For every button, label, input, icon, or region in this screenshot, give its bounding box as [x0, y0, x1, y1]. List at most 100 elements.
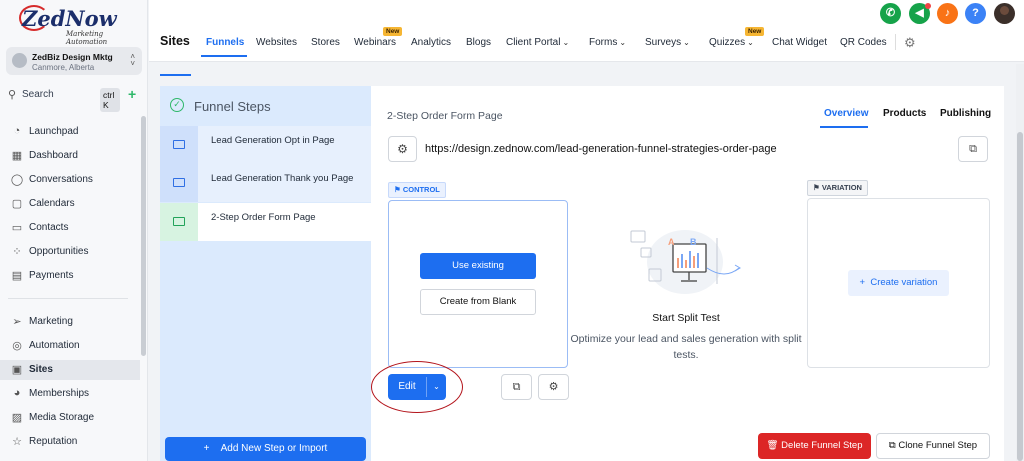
sidebar: ZedNow Marketing Automation ZedBiz Desig… — [0, 0, 148, 461]
tab-overview[interactable]: Overview — [824, 108, 868, 119]
step-settings-button[interactable]: ⚙ — [538, 374, 569, 400]
main-scrollbar[interactable] — [1016, 64, 1024, 461]
chevron-down-icon[interactable]: ⌄ — [427, 374, 446, 400]
tab-products[interactable]: Products — [883, 108, 926, 119]
sidebar-item-calendars[interactable]: ▢ Calendars — [0, 194, 140, 214]
tab-client-portal[interactable]: Client Portal ⌄ — [506, 37, 569, 48]
envelope-icon — [173, 217, 185, 226]
split-test-description: Optimize your lead and sales generation … — [570, 333, 802, 361]
tab-funnels[interactable]: Funnels — [206, 37, 244, 48]
tab-publishing[interactable]: Publishing — [940, 108, 991, 119]
sidebar-item-automation[interactable]: ◎ Automation — [0, 336, 140, 356]
chevron-down-icon: ⌄ — [562, 38, 570, 47]
split-test-title: Start Split Test — [652, 312, 720, 324]
tab-quizzes[interactable]: Quizzes ⌄ — [709, 37, 754, 48]
search-icon: ⚲ — [8, 89, 17, 101]
subsection-indicator — [160, 74, 191, 76]
rocket-icon: ◔ — [13, 125, 21, 137]
sidebar-item-label: Contacts — [29, 222, 69, 233]
phone-icon[interactable]: ✆ — [880, 3, 901, 24]
control-badge: ⚑ CONTROL — [388, 182, 446, 198]
tab-separator — [895, 34, 896, 50]
send-icon: ➢ — [12, 316, 22, 328]
url-settings-button[interactable]: ⚙ — [388, 136, 417, 162]
sidebar-item-reputation[interactable]: ☆ Reputation — [0, 432, 140, 452]
tab-qr-codes[interactable]: QR Codes — [840, 37, 887, 48]
sidebar-divider — [8, 298, 128, 299]
trash-icon: 🗑 — [766, 440, 782, 451]
new-badge: New — [745, 27, 765, 36]
sidebar-item-media-storage[interactable]: ▨ Media Storage — [0, 408, 140, 428]
company-logo[interactable]: ZedNow Marketing Automation — [19, 5, 132, 46]
tab-forms[interactable]: Forms ⌄ — [589, 37, 626, 48]
tab-chat-widget[interactable]: Chat Widget — [772, 37, 827, 48]
user-avatar[interactable] — [994, 3, 1015, 24]
sidebar-item-label: Memberships — [29, 388, 90, 399]
funnel-step-item[interactable]: Lead Generation Opt in Page — [160, 126, 371, 164]
sidebar-scrollbar[interactable] — [141, 116, 146, 356]
help-icon[interactable]: ? — [965, 3, 986, 24]
tab-surveys[interactable]: Surveys ⌄ — [645, 37, 690, 48]
illustration-label-a: A — [668, 237, 675, 247]
sidebar-item-label: Media Storage — [29, 412, 95, 423]
clone-label: Clone Funnel Step — [898, 440, 978, 451]
tab-label: Client Portal — [506, 37, 561, 48]
funnel-steps-title: Funnel Steps — [194, 99, 271, 114]
gear-icon: ⚙ — [548, 381, 559, 393]
gear-icon[interactable]: ⚙ — [904, 35, 916, 51]
sidebar-item-contacts[interactable]: ▭ Contacts — [0, 218, 140, 238]
funnel-step-item[interactable]: 2-Step Order Form Page — [160, 203, 371, 241]
step-rail — [160, 164, 198, 202]
tab-analytics[interactable]: Analytics — [411, 37, 451, 48]
tab-webinars[interactable]: Webinars — [354, 37, 396, 48]
dashboard-icon: ▦ — [11, 150, 23, 162]
sidebar-item-launchpad[interactable]: ◔ Launchpad — [0, 122, 140, 142]
sidebar-item-label: Dashboard — [29, 150, 78, 161]
tab-websites[interactable]: Websites — [256, 37, 297, 48]
sidebar-item-sites[interactable]: ▣ Sites — [0, 360, 140, 380]
add-step-button[interactable]: + Add New Step or Import — [165, 437, 366, 461]
page-title: Sites — [160, 34, 190, 48]
create-variation-button[interactable]: + Create variation — [848, 270, 949, 296]
delete-funnel-step-button[interactable]: 🗑 Delete Funnel Step — [758, 433, 871, 459]
flag-icon: ⚑ — [394, 185, 403, 194]
step-url[interactable]: https://design.zednow.com/lead-generatio… — [425, 143, 777, 155]
quick-add-icon[interactable]: + — [128, 86, 136, 102]
memberships-icon: ◕ — [13, 387, 21, 399]
variation-label: VARIATION — [821, 183, 862, 192]
funnel-step-item[interactable]: Lead Generation Thank you Page — [160, 164, 371, 202]
sidebar-item-memberships[interactable]: ◕ Memberships — [0, 384, 140, 404]
envelope-icon — [173, 178, 185, 187]
tab-blogs[interactable]: Blogs — [466, 37, 491, 48]
variation-card: + Create variation — [807, 198, 990, 368]
bell-icon[interactable]: ♪ — [937, 3, 958, 24]
open-url-button[interactable]: ⧉ — [958, 136, 988, 162]
sidebar-item-marketing[interactable]: ➢ Marketing — [0, 312, 140, 332]
step-label: 2-Step Order Form Page — [211, 212, 316, 223]
flag-icon: ⚑ — [813, 183, 822, 192]
automation-icon: ◎ — [12, 340, 22, 352]
use-existing-button[interactable]: Use existing — [420, 253, 536, 279]
tab-label: Quizzes — [709, 37, 746, 48]
sidebar-item-conversations[interactable]: ◯ Conversations — [0, 170, 140, 190]
edit-button[interactable]: Edit — [388, 374, 426, 400]
scrollbar-thumb[interactable] — [1017, 132, 1023, 461]
edit-split-button[interactable]: Edit ⌄ — [388, 374, 446, 400]
sidebar-item-payments[interactable]: ▤ Payments — [0, 266, 140, 286]
preview-button[interactable]: ⧉ — [501, 374, 532, 400]
active-tab-indicator — [201, 55, 247, 57]
sidebar-item-dashboard[interactable]: ▦ Dashboard — [0, 146, 140, 166]
clone-funnel-step-button[interactable]: ⧉ Clone Funnel Step — [876, 433, 990, 459]
funnel-steps-panel: ✓ Funnel Steps Lead Generation Opt in Pa… — [160, 86, 371, 461]
opportunities-icon: ⁘ — [12, 246, 22, 258]
step-rail — [160, 203, 198, 241]
chat-icon: ◯ — [10, 174, 24, 186]
search-box[interactable]: ⚲ Search ctrl K — [8, 86, 120, 112]
sidebar-item-opportunities[interactable]: ⁘ Opportunities — [0, 242, 140, 262]
account-switcher[interactable]: ZedBiz Design Mktg Canmore, Alberta ˄ ˅ — [6, 47, 142, 75]
new-badge: New — [383, 27, 403, 36]
variation-badge: ⚑ VARIATION — [807, 180, 868, 196]
tab-stores[interactable]: Stores — [311, 37, 340, 48]
create-from-blank-button[interactable]: Create from Blank — [420, 289, 536, 315]
step-label: Lead Generation Thank you Page — [211, 173, 354, 184]
